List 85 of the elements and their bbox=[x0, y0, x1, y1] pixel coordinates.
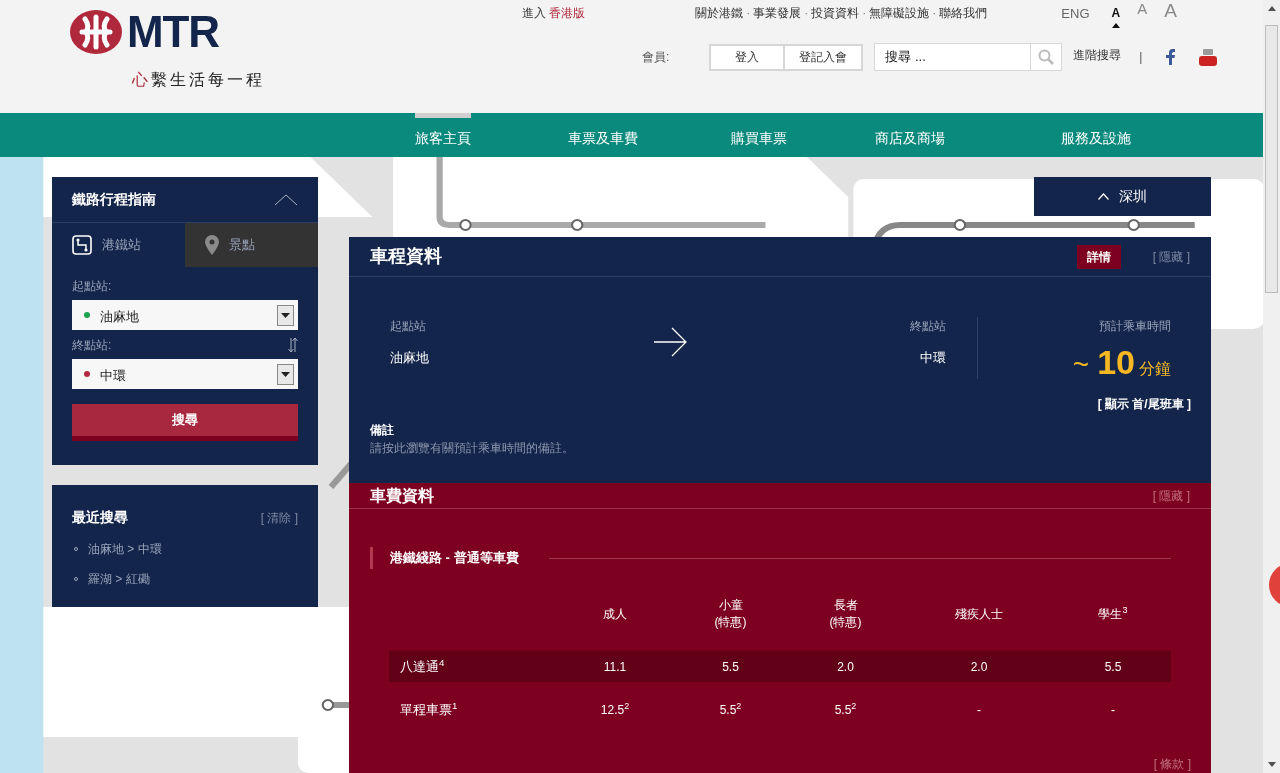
column-header: 學生$^{3}$ bbox=[1097, 605, 1129, 623]
chevron-up-icon bbox=[1098, 193, 1109, 200]
fare-cell-text: 11.1 bbox=[602, 658, 628, 676]
origin-label: 起點站 bbox=[390, 318, 427, 335]
language-link[interactable]: ENG bbox=[1061, 4, 1090, 24]
arrow-right-icon bbox=[654, 327, 687, 357]
link-separator: · bbox=[862, 5, 867, 22]
link-separator: · bbox=[746, 5, 751, 22]
first-last-train-link[interactable]: [ 顯示 首/尾班車 ] bbox=[1097, 395, 1191, 413]
region-link[interactable]: 進入 香港版 bbox=[522, 4, 586, 22]
hide-link[interactable]: [ 隱藏 ] bbox=[1152, 247, 1190, 266]
fare-type: 單程車票$^{1}$ bbox=[399, 699, 459, 719]
scrollbar-thumb[interactable] bbox=[1265, 25, 1278, 293]
column-header: 殘疾人士 bbox=[954, 605, 1004, 623]
station-select[interactable]: 油麻地 bbox=[72, 300, 298, 330]
scroll-down-icon[interactable] bbox=[1267, 762, 1276, 767]
travel-time-label: 預計乘車時間 bbox=[1099, 318, 1171, 335]
divider-text: | bbox=[1139, 49, 1143, 66]
planner-tab[interactable]: 景點 bbox=[185, 223, 318, 267]
region-button[interactable]: 深圳 bbox=[1034, 177, 1211, 216]
clear-link[interactable]: [ 清除 ] bbox=[260, 508, 298, 527]
fare-cell-text: 5.5 bbox=[721, 658, 740, 676]
member-button[interactable]: 登記入會 bbox=[785, 43, 864, 71]
member-button[interactable]: 登入 bbox=[709, 43, 786, 71]
fare-cell-text: 2.0 bbox=[969, 658, 989, 676]
section-title: 港鐵綫路 - 普通等車費 bbox=[390, 549, 519, 568]
origin-station: 油麻地 bbox=[390, 349, 430, 367]
nav-item[interactable]: 購買車票 bbox=[703, 113, 815, 157]
top-link[interactable]: 關於港鐵 bbox=[695, 4, 744, 22]
logo-text: MTR bbox=[127, 10, 219, 54]
field-label: 終點站: bbox=[72, 337, 112, 354]
scrollbar[interactable] bbox=[1263, 0, 1280, 773]
fare-cell-text: - bbox=[976, 701, 982, 719]
notes-title: 備註 bbox=[370, 422, 395, 439]
search-button[interactable]: 搜尋 bbox=[72, 404, 298, 441]
swap-icon[interactable] bbox=[288, 337, 298, 353]
advanced-search-link[interactable]: 進階搜尋 bbox=[1073, 46, 1122, 64]
tagline: 繫生活每一程 bbox=[151, 70, 265, 90]
video-icon[interactable] bbox=[1199, 48, 1218, 66]
fare-cell-text: 5.5 bbox=[1103, 658, 1123, 676]
selected-triangle-icon bbox=[1111, 23, 1120, 28]
notes-link[interactable]: 請按此瀏覽有關預計乘車時間的備註。 bbox=[370, 439, 1190, 457]
column-header: 成人 bbox=[602, 605, 628, 623]
nav-item[interactable]: 旅客主頁 bbox=[383, 113, 503, 157]
facebook-icon[interactable] bbox=[1166, 49, 1176, 65]
fare-cell-text: 2.0 bbox=[836, 658, 855, 676]
tagline-mark: 心 bbox=[132, 70, 151, 90]
dropdown-icon bbox=[277, 363, 294, 385]
travel-time: ~ 10 分鐘 bbox=[1072, 342, 1171, 383]
destination-station: 中環 bbox=[920, 349, 946, 367]
scroll-up-icon[interactable] bbox=[1267, 6, 1276, 11]
fare-cell-text: 5.5$^{2}$ bbox=[718, 700, 743, 719]
link-separator: · bbox=[932, 5, 937, 22]
fare-cell-text: - bbox=[1110, 701, 1116, 719]
destination-label: 終點站 bbox=[910, 318, 946, 335]
panel-title: 車程資料 bbox=[370, 245, 443, 268]
font-size-button[interactable]: A bbox=[1111, 1, 1121, 28]
link-separator: · bbox=[804, 5, 809, 22]
station-select[interactable]: 中環 bbox=[72, 359, 298, 389]
nav-item[interactable]: 車票及車費 bbox=[503, 113, 703, 157]
member-label: 會員: bbox=[642, 49, 670, 66]
fare-cell-text: 12.5$^{2}$ bbox=[599, 700, 631, 719]
recent-search-item[interactable]: 油麻地 > 中環 bbox=[88, 540, 162, 558]
nav-item[interactable]: 商店及商場 bbox=[815, 113, 1005, 157]
station-map-icon bbox=[72, 235, 92, 255]
panel-title: 車費資料 bbox=[370, 485, 435, 506]
top-link[interactable]: 投資資料 bbox=[811, 4, 860, 22]
top-link[interactable]: 事業發展 bbox=[753, 4, 802, 22]
panel-title: 最近搜尋 bbox=[72, 508, 128, 527]
fare-type: 八達通$^{4}$ bbox=[399, 656, 446, 676]
field-label: 起點站: bbox=[72, 278, 113, 295]
panel-title: 鐵路行程指南 bbox=[72, 190, 156, 209]
location-pin-icon bbox=[205, 235, 219, 255]
nav-item[interactable]: 服務及設施 bbox=[1005, 113, 1187, 157]
top-link[interactable]: 無障礙設施 bbox=[869, 4, 930, 22]
fare-cell-text: 5.5$^{2}$ bbox=[833, 700, 858, 719]
details-button[interactable]: 詳情 bbox=[1076, 244, 1121, 269]
top-link[interactable]: 聯絡我們 bbox=[939, 4, 988, 22]
search-field[interactable]: 搜尋 ... bbox=[874, 43, 1032, 71]
chevron-up-icon[interactable] bbox=[274, 193, 298, 206]
logo-icon bbox=[70, 10, 122, 54]
column-header: 小童 (特惠) bbox=[713, 597, 748, 631]
dropdown-icon bbox=[277, 304, 294, 326]
column-header: 長者 (特惠) bbox=[828, 597, 863, 631]
recent-search-item[interactable]: 羅湖 > 紅磡 bbox=[88, 570, 150, 588]
